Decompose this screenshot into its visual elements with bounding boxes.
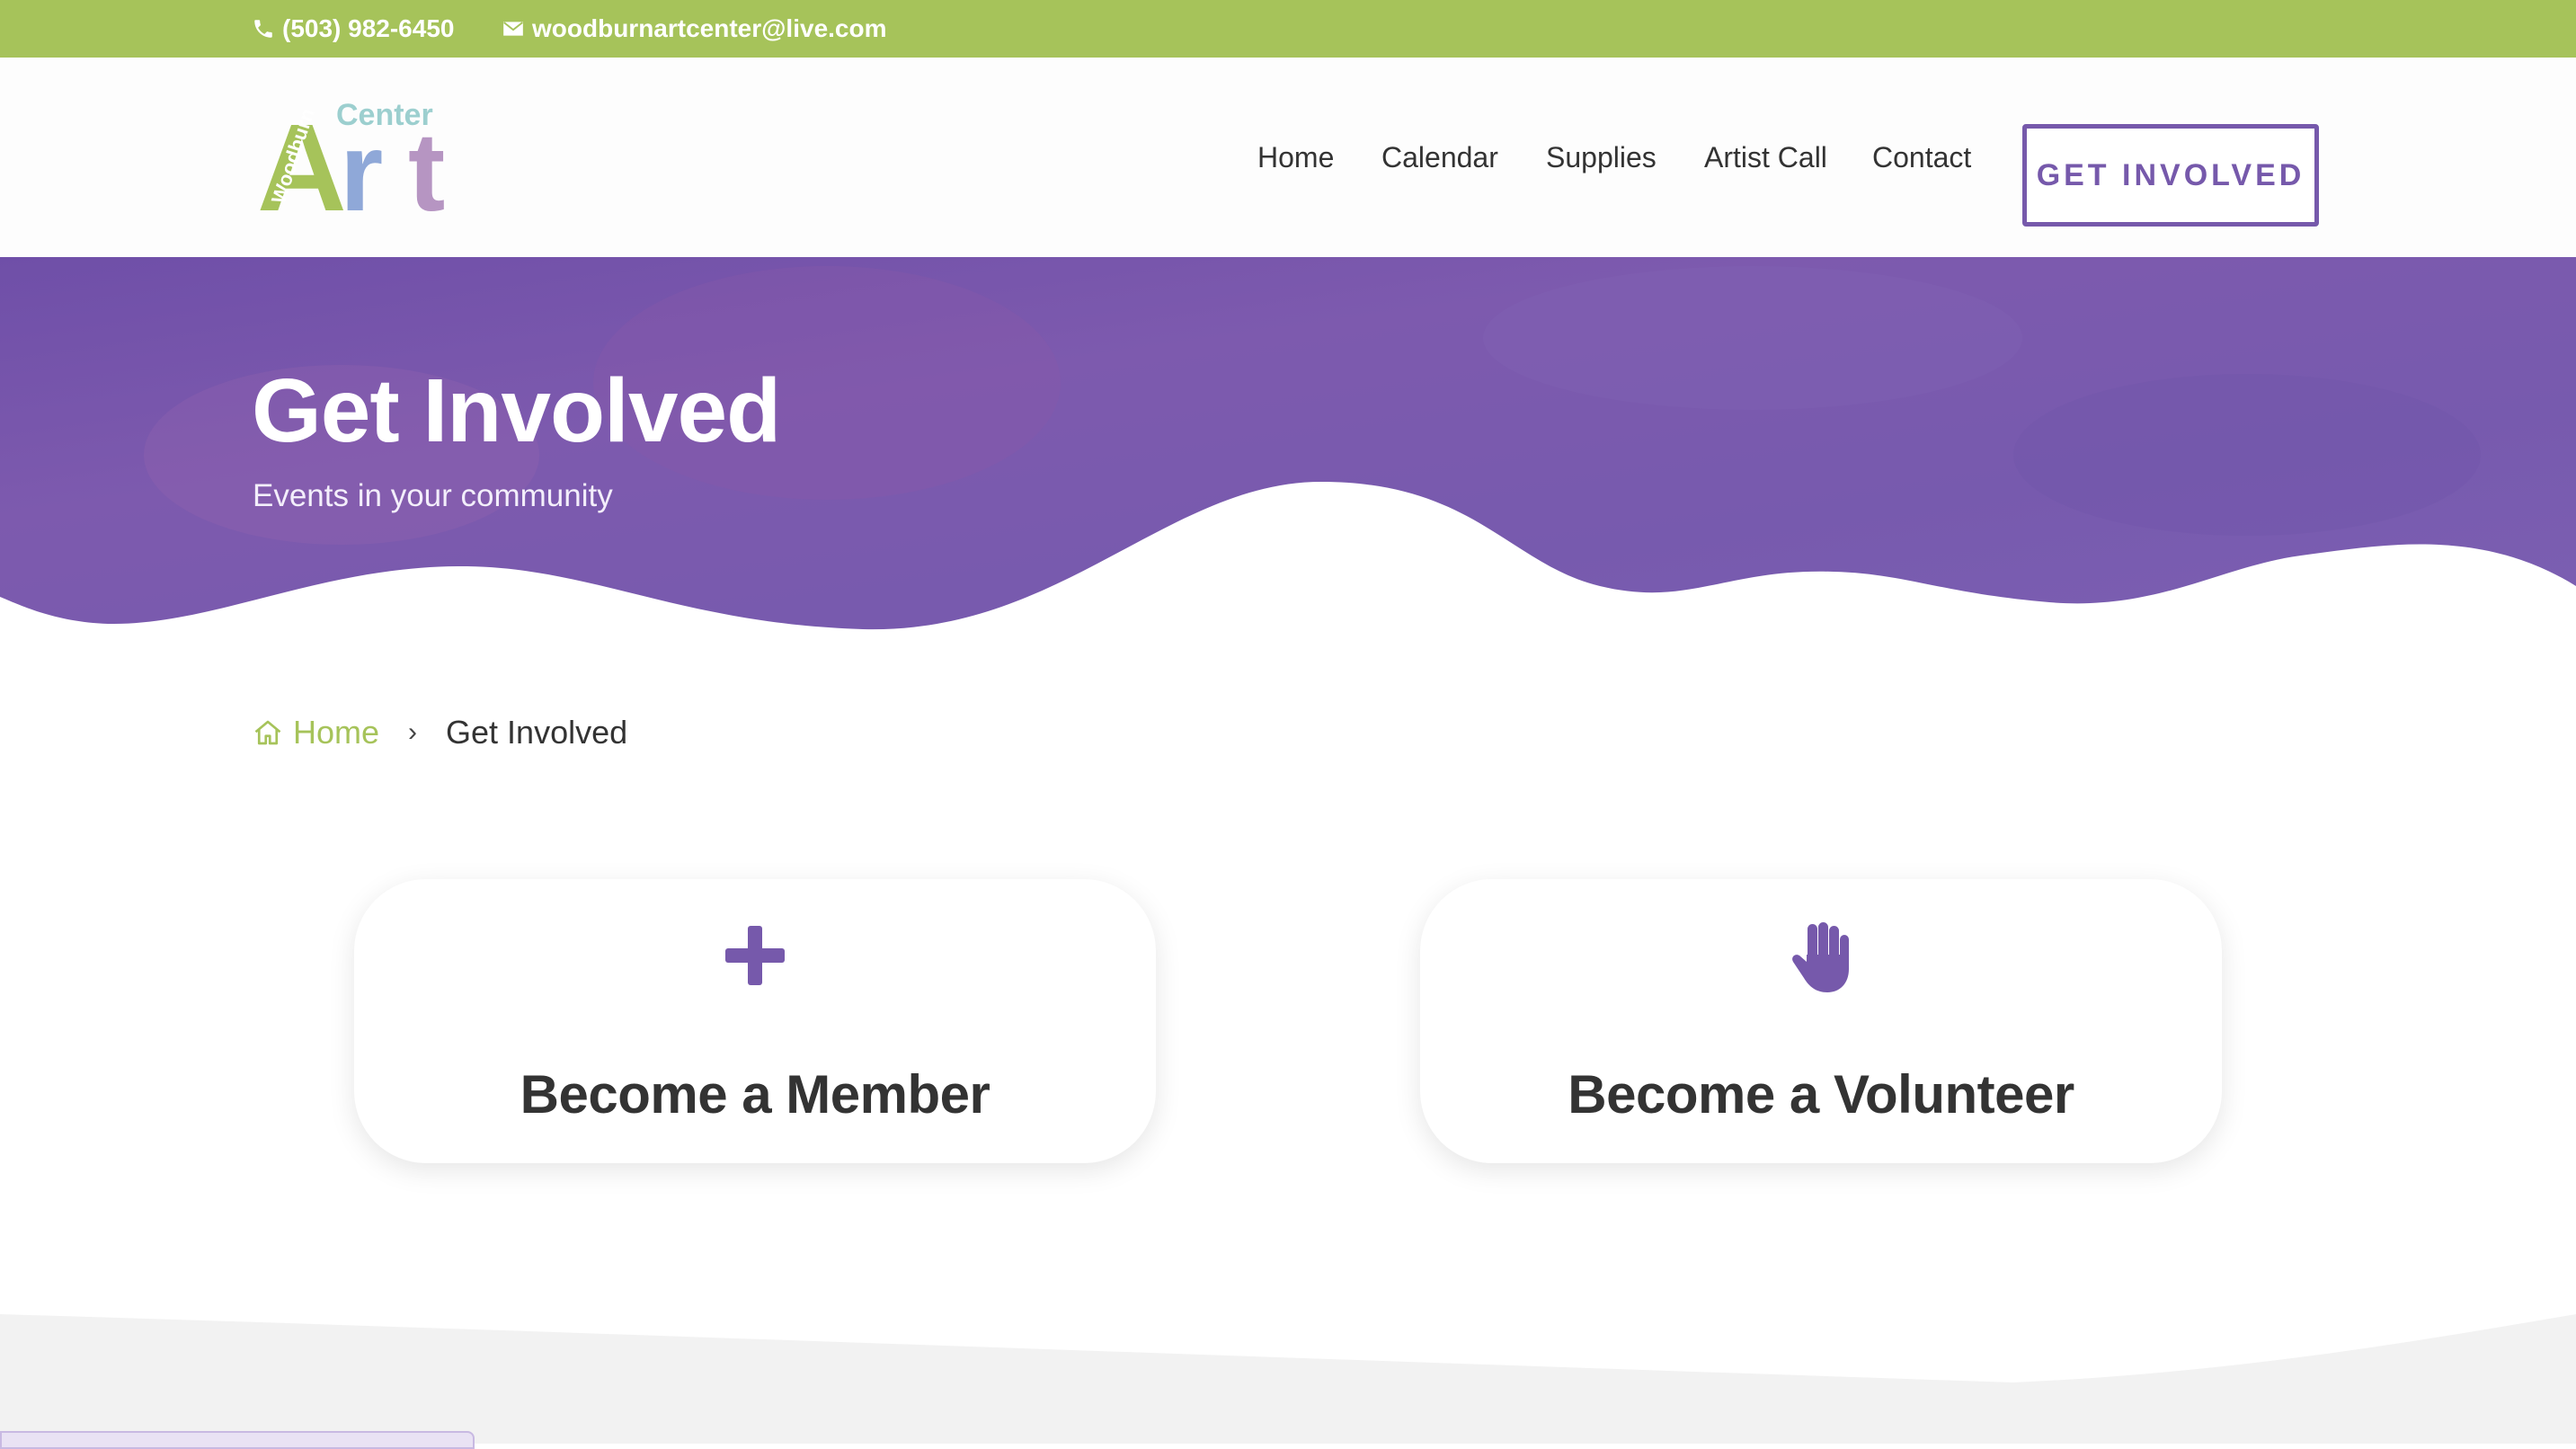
envelope-icon <box>502 17 525 40</box>
get-involved-button[interactable]: GET INVOLVED <box>2022 124 2319 227</box>
page-title: Get Involved <box>252 360 781 461</box>
top-contact-bar: (503) 982-6450 woodburnartcenter@live.co… <box>0 0 2576 58</box>
nav-home[interactable]: Home <box>1257 58 1334 257</box>
home-icon[interactable] <box>252 716 284 749</box>
email-link[interactable]: woodburnartcenter@live.com <box>502 0 887 58</box>
become-volunteer-card[interactable]: Become a Volunteer <box>1420 879 2222 1163</box>
status-bar-tab <box>0 1431 475 1449</box>
become-member-title: Become a Member <box>520 1064 990 1125</box>
breadcrumb-separator: › <box>408 717 418 747</box>
breadcrumb: Home › Get Involved <box>252 710 627 755</box>
phone-link[interactable]: (503) 982-6450 <box>252 0 454 58</box>
nav-supplies[interactable]: Supplies <box>1546 58 1657 257</box>
email-address: woodburnartcenter@live.com <box>532 14 887 42</box>
become-member-card[interactable]: Become a Member <box>354 879 1156 1163</box>
breadcrumb-current: Get Involved <box>446 714 628 751</box>
breadcrumb-home-link[interactable]: Home <box>293 714 379 751</box>
nav-contact[interactable]: Contact <box>1872 58 1971 257</box>
nav-calendar[interactable]: Calendar <box>1381 58 1498 257</box>
phone-icon <box>252 17 275 40</box>
plus-icon <box>715 915 795 996</box>
page-subtitle: Events in your community <box>253 478 613 513</box>
become-volunteer-title: Become a Volunteer <box>1568 1064 2074 1125</box>
raised-hand-icon <box>1781 915 1861 996</box>
nav-artist-call[interactable]: Artist Call <box>1704 58 1827 257</box>
phone-number: (503) 982-6450 <box>282 14 455 42</box>
footer-divider <box>0 1303 2576 1444</box>
